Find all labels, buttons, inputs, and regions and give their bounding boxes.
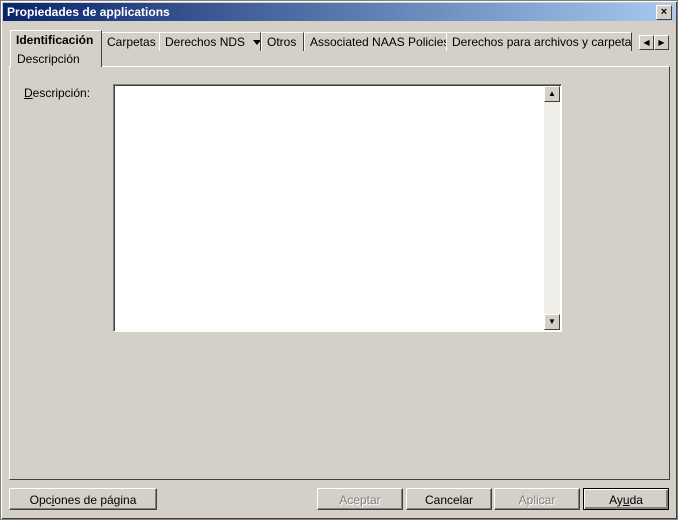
tab-label: Identificación bbox=[16, 33, 94, 47]
tab-derechos-archivos-carpetas[interactable]: Derechos para archivos y carpetas bbox=[446, 32, 632, 51]
close-button[interactable]: × bbox=[656, 5, 672, 20]
tab-identificacion[interactable]: Identificación Descripción bbox=[10, 30, 102, 67]
tab-sub-descripcion[interactable]: Descripción bbox=[17, 50, 80, 67]
window-title: Propiedades de applications bbox=[7, 5, 170, 19]
tab-carpetas[interactable]: Carpetas bbox=[101, 32, 160, 51]
tab-label: Otros bbox=[267, 35, 297, 49]
tab-scroll-left-icon[interactable]: ◀ bbox=[639, 35, 654, 50]
apply-button[interactable]: Aplicar bbox=[494, 488, 580, 510]
accept-button[interactable]: Aceptar bbox=[317, 488, 403, 510]
vertical-scrollbar[interactable]: ▲ ▼ bbox=[544, 86, 560, 330]
tab-derechos-nds[interactable]: Derechos NDS bbox=[159, 32, 261, 51]
tab-label: Derechos NDS bbox=[165, 35, 246, 49]
scroll-down-icon[interactable]: ▼ bbox=[544, 314, 560, 330]
tab-label: Carpetas bbox=[107, 35, 156, 49]
description-label: Descripción: bbox=[24, 86, 91, 100]
tab-associated-naas-policies[interactable]: Associated NAAS Policies bbox=[304, 32, 448, 51]
tab-label: Associated NAAS Policies bbox=[310, 35, 448, 49]
chevron-down-icon bbox=[253, 40, 260, 46]
tab-scroll-right-icon[interactable]: ▶ bbox=[654, 35, 669, 50]
help-button[interactable]: Ayuda bbox=[583, 488, 669, 510]
tab-label: Derechos para archivos y carpetas bbox=[452, 35, 632, 49]
scroll-up-icon[interactable]: ▲ bbox=[544, 86, 560, 102]
cancel-button[interactable]: Cancelar bbox=[406, 488, 492, 510]
title-bar[interactable]: Propiedades de applications × bbox=[3, 3, 675, 21]
description-textarea[interactable]: ▲ ▼ bbox=[113, 84, 562, 332]
page-options-button[interactable]: Opciones de página bbox=[9, 488, 157, 510]
tab-otros[interactable]: Otros bbox=[261, 32, 304, 51]
